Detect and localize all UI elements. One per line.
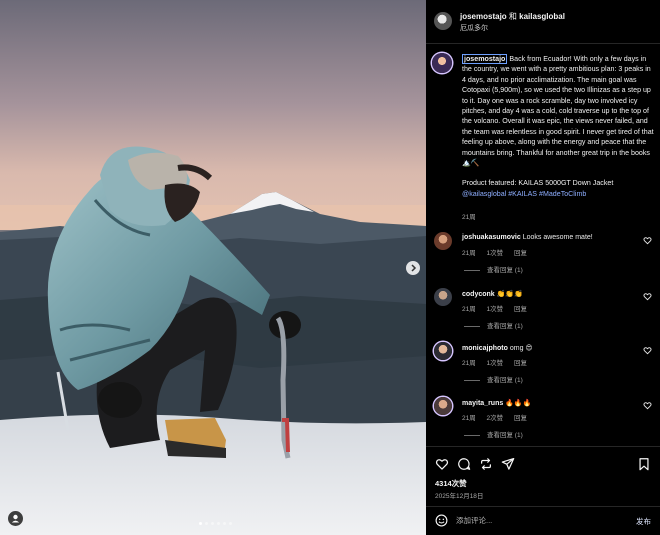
comment-text: omg 😍 [509,345,533,352]
caption-tags[interactable]: @kailasglobal #KAILAS #MadeToClimb [462,189,654,199]
carousel-dot [229,522,232,525]
post-date: 2025年12月18日 [435,493,484,500]
author-connector: 和 [508,12,517,21]
author-avatar[interactable] [434,12,452,30]
tagged-users-button[interactable] [8,511,23,526]
comment-body: codyconk 👏👏👏 [462,290,523,298]
comment-text: Looks awesome mate! [522,234,593,241]
chevron-right-icon [411,264,417,272]
comment-avatar[interactable] [434,397,452,415]
bookmark-icon[interactable] [637,457,651,471]
comment-time: 21周 [462,360,476,367]
post-header: josemostajo 和 kailasglobal 厄瓜多尔 [426,0,660,44]
comment-meta: 21周 1次赞 回复 [462,303,536,313]
location-link[interactable]: 厄瓜多尔 [460,23,488,33]
caption-avatar[interactable] [432,53,452,73]
caption-product: Product featured: KAILAS 5000GT Down Jac… [462,179,614,188]
caption-time: 21周 [462,214,476,221]
heart-icon[interactable] [435,457,449,471]
comment-time: 21周 [462,415,476,422]
carousel-dot [211,522,214,525]
view-replies-button[interactable]: 查看回复 (1) [464,320,523,330]
reply-button[interactable]: 回复 [514,250,527,257]
comment-avatar[interactable] [434,288,452,306]
comment-meta: 21周 1次赞 回复 [462,357,536,367]
caption-text: Back from Ecuador! With only a few days … [462,55,654,168]
comment-body: mayita_runs 🔥🔥🔥 [462,399,531,407]
comment-input[interactable] [456,513,616,528]
comment-body: joshuakasumovic Looks awesome mate! [462,234,593,241]
carousel-dots [199,522,232,525]
comment-username[interactable]: monicajphoto [462,345,508,352]
reply-button[interactable]: 回复 [514,360,527,367]
emoji-icon[interactable] [435,514,448,527]
comment-heart-icon[interactable] [643,236,652,245]
comment-composer: 发布 [426,506,660,535]
comment-likes[interactable]: 1次赞 [487,360,504,367]
comment-heart-icon[interactable] [643,292,652,301]
comment-text: 👏👏👏 [496,291,523,298]
author-link[interactable]: josemostajo [460,12,507,21]
carousel-dot [205,522,208,525]
comment-body: monicajphoto omg 😍 [462,344,533,352]
comment-icon[interactable] [457,457,471,471]
caption: josemostajo Back from Ecuador! With only… [462,54,654,199]
comment-likes[interactable]: 1次赞 [487,250,504,257]
comment-meta: 21周 1次赞 回复 [462,247,536,257]
comment-heart-icon[interactable] [643,346,652,355]
send-icon[interactable] [501,457,515,471]
comment-username[interactable]: codyconk [462,291,495,298]
user-icon [11,514,20,523]
carousel-dot [223,522,226,525]
comment-heart-icon[interactable] [643,401,652,410]
comment-meta: 21周 2次赞 回复 [462,412,536,422]
caption-username[interactable]: josemostajo [462,54,508,64]
comment-time: 21周 [462,306,476,313]
reply-button[interactable]: 回复 [514,415,527,422]
post-comment-button[interactable]: 发布 [636,516,651,527]
next-photo-button[interactable] [406,261,420,275]
comment-username[interactable]: mayita_runs [462,400,503,407]
comment-likes[interactable]: 1次赞 [487,306,504,313]
view-replies-button[interactable]: 查看回复 (1) [464,429,523,439]
post-side-panel: josemostajo 和 kailasglobal 厄瓜多尔 josemost… [426,0,660,535]
comment-avatar[interactable] [434,232,452,250]
comment-likes[interactable]: 2次赞 [487,415,504,422]
likes-count[interactable]: 4314次赞 [435,478,467,489]
author-names: josemostajo 和 kailasglobal [460,11,565,22]
comment-avatar[interactable] [434,342,452,360]
view-replies-button[interactable]: 查看回复 (1) [464,374,523,384]
reply-button[interactable]: 回复 [514,306,527,313]
comment-time: 21周 [462,250,476,257]
coauthor-link[interactable]: kailasglobal [519,12,565,21]
comment-username[interactable]: joshuakasumovic [462,234,521,241]
post-photo[interactable] [0,0,426,535]
carousel-dot [217,522,220,525]
repost-icon[interactable] [479,457,493,471]
photo-scene [0,0,426,535]
comment-text: 🔥🔥🔥 [505,400,532,407]
carousel-dot [199,522,202,525]
view-replies-button[interactable]: 查看回复 (1) [464,264,523,274]
